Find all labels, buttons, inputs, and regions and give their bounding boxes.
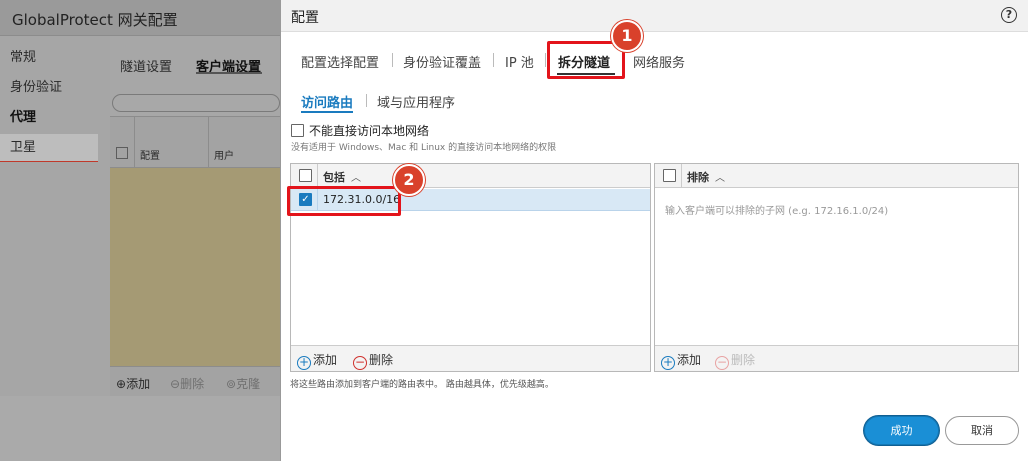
bg-add-button[interactable]: ⊕添加	[116, 375, 150, 392]
bg-sidebar: 常规 身份验证 代理 卫星	[0, 36, 110, 396]
include-header: 包括 ︿	[291, 164, 650, 188]
include-select-all-checkbox[interactable]	[299, 169, 312, 182]
bg-tab-tunnel[interactable]: 隧道设置	[120, 56, 172, 75]
exclude-placeholder[interactable]: 输入客户端可以排除的子网 (e.g. 172.16.1.0/24)	[665, 202, 888, 217]
bg-tab-underline	[196, 72, 262, 74]
exclude-routes-panel: 排除 ︿ 输入客户端可以排除的子网 (e.g. 172.16.1.0/24) +…	[654, 163, 1019, 372]
bg-col-config: 配置	[140, 151, 160, 162]
bg-sidebar-item-agent[interactable]: 代理	[10, 106, 36, 125]
bg-sidebar-item-auth[interactable]: 身份验证	[10, 76, 62, 95]
sort-ascending-icon[interactable]: ︿	[715, 169, 725, 184]
dialog-title: 配置	[291, 10, 319, 26]
subtab-access-route[interactable]: 访问路由	[301, 92, 353, 111]
ok-button[interactable]: 成功	[864, 416, 939, 445]
no-local-access-label: 不能直接访问本地网络	[309, 124, 430, 138]
include-add-button[interactable]: + 添加	[297, 351, 337, 370]
bg-window-title-bar: GlobalProtect 网关配置	[0, 0, 290, 36]
bg-table-header: 配置 用户	[110, 116, 280, 169]
remove-circle-icon: −	[715, 355, 729, 370]
include-delete-button[interactable]: − 删除	[353, 351, 393, 370]
bg-search-input[interactable]	[112, 94, 280, 112]
dialog-header: 配置 ?	[281, 0, 1028, 32]
active-subtab-underline	[301, 111, 353, 113]
bg-table-footer: ⊕添加 ⊖删除 ⊚克隆	[110, 366, 280, 396]
bg-window-title: GlobalProtect 网关配置	[12, 11, 178, 29]
question-circle-icon[interactable]: ?	[1001, 7, 1017, 23]
tab-network-services[interactable]: 网络服务	[633, 52, 685, 71]
bg-select-all-checkbox[interactable]	[116, 147, 128, 159]
cancel-button[interactable]: 取消	[945, 416, 1019, 445]
add-circle-icon: +	[661, 355, 675, 370]
annotation-badge-2: 2	[393, 164, 425, 196]
bg-sidebar-item-general[interactable]: 常规	[10, 46, 36, 65]
bg-table-body	[110, 168, 280, 366]
bg-col-user: 用户	[214, 151, 234, 162]
tab-ip-pool[interactable]: IP 池	[505, 52, 534, 71]
bg-bottom-area	[0, 396, 280, 461]
routes-note: 将这些路由添加到客户端的路由表中。 路由越具体，优先级越高。	[290, 380, 554, 390]
exclude-select-all-checkbox[interactable]	[663, 169, 676, 182]
add-circle-icon: +	[297, 355, 311, 370]
remove-circle-icon: −	[353, 355, 367, 370]
include-footer: + 添加 − 删除	[291, 345, 650, 371]
annotation-highlight-box-2	[287, 186, 401, 216]
annotation-badge-1: 1	[611, 20, 643, 52]
subtab-domain-app[interactable]: 域与应用程序	[377, 92, 455, 111]
bg-clone-button[interactable]: ⊚克隆	[226, 375, 260, 392]
tab-config-selection[interactable]: 配置选择配置	[301, 52, 379, 71]
exclude-footer: + 添加 − 删除	[655, 345, 1018, 371]
bg-sidebar-item-satellite[interactable]: 卫星	[10, 136, 36, 155]
exclude-add-button[interactable]: + 添加	[661, 351, 701, 370]
annotation-highlight-box-1	[547, 41, 625, 79]
no-local-access-hint: 没有适用于 Windows、Mac 和 Linux 的直接访问本地网络的权限	[291, 143, 557, 153]
tab-auth-override[interactable]: 身份验证覆盖	[403, 52, 481, 71]
no-local-access-checkbox[interactable]	[291, 124, 304, 137]
exclude-column-label[interactable]: 排除	[687, 169, 709, 185]
sort-ascending-icon[interactable]: ︿	[351, 169, 361, 184]
exclude-delete-button[interactable]: − 删除	[715, 351, 755, 370]
exclude-header: 排除 ︿	[655, 164, 1018, 188]
include-column-label[interactable]: 包括	[323, 169, 345, 185]
config-dialog: 配置 ? 配置选择配置 身份验证覆盖 IP 池 拆分隧道 网络服务 1 访问路由…	[280, 0, 1028, 461]
bg-delete-button[interactable]: ⊖删除	[170, 375, 204, 392]
